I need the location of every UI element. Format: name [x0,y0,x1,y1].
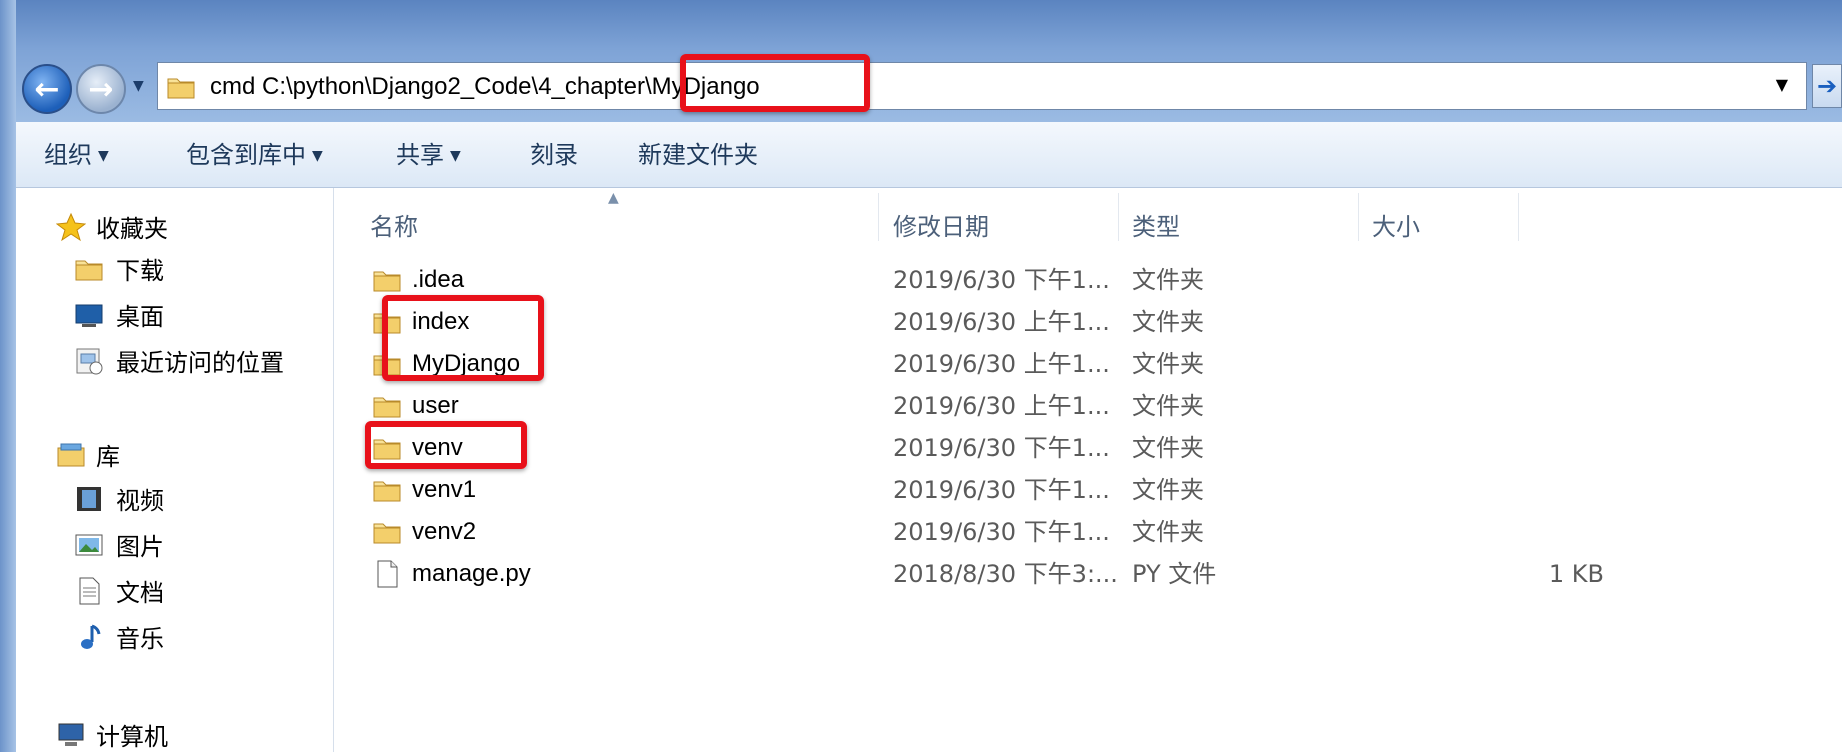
column-header-type[interactable]: 类型 [1132,212,1180,242]
go-button[interactable]: ➔ [1812,64,1842,108]
file-type: 文件夹 [1132,434,1204,462]
file-list-pane: ▲ 名称 修改日期 类型 大小 .idea 2019/6/30 下午1... 文… [334,188,1842,752]
file-type: 文件夹 [1132,308,1204,336]
picture-icon [75,534,103,556]
include-in-library-label: 包含到库中 [186,141,306,169]
file-type: 文件夹 [1132,518,1204,546]
nav-item-documents[interactable]: 文档 [116,578,164,608]
nav-item-music[interactable]: 音乐 [116,624,164,654]
computer-icon [58,723,84,746]
file-row[interactable]: MyDjango 2019/6/30 上午1... 文件夹 [334,345,1842,385]
nav-item-downloads[interactable]: 下载 [116,256,164,286]
back-arrow-icon: ← [34,71,60,107]
column-divider[interactable] [1518,193,1519,241]
file-type: PY 文件 [1132,560,1217,588]
window-frame-left [0,0,16,752]
highlight-box-index-mydjango [382,295,544,381]
recent-places-icon [76,348,103,375]
file-row[interactable]: venv2 2019/6/30 下午1... 文件夹 [334,513,1842,553]
file-type: 文件夹 [1132,266,1204,294]
forward-arrow-icon: → [88,71,114,107]
back-button[interactable]: ← [22,64,72,114]
folder-icon [372,517,402,547]
file-modified: 2018/8/30 下午3:... [893,560,1118,588]
new-folder-label: 新建文件夹 [638,141,758,169]
burn-button[interactable]: 刻录 [530,140,578,170]
library-icon [57,443,85,467]
burn-label: 刻录 [530,141,578,169]
file-modified: 2019/6/30 上午1... [893,392,1110,420]
folder-icon [372,475,402,505]
file-row[interactable]: .idea 2019/6/30 下午1... 文件夹 [334,261,1842,301]
column-header-size[interactable]: 大小 [1372,212,1420,242]
new-folder-button[interactable]: 新建文件夹 [638,140,758,170]
column-header-name[interactable]: 名称 [370,212,418,242]
address-history-dropdown[interactable]: ▼ [1776,75,1788,94]
video-icon [77,487,101,511]
file-row[interactable]: manage.py 2018/8/30 下午3:... PY 文件 1 KB [334,555,1842,595]
column-divider[interactable] [878,193,879,241]
chevron-down-icon: ▼ [312,148,323,164]
highlight-box-venv [365,421,527,469]
folder-icon [372,391,402,421]
nav-item-recent-places[interactable]: 最近访问的位置 [116,348,284,378]
document-icon [79,577,100,605]
address-input[interactable]: cmd C:\python\Django2_Code\4_chapter\MyD… [210,72,760,102]
file-modified: 2019/6/30 上午1... [893,350,1110,378]
nav-favorites[interactable]: 收藏夹 [96,214,168,244]
file-row[interactable]: index 2019/6/30 上午1... 文件夹 [334,303,1842,343]
file-type: 文件夹 [1132,392,1204,420]
navigation-pane: 收藏夹 下载 桌面 最近访问的位置 库 视频 图片 文档 音乐 计算机 [16,188,334,752]
file-modified: 2019/6/30 下午1... [893,266,1110,294]
desktop-icon [75,304,103,327]
file-modified: 2019/6/30 上午1... [893,308,1110,336]
chevron-down-icon: ▼ [98,148,109,164]
share-menu[interactable]: 共享 ▼ [396,140,461,171]
file-name: user [412,392,459,419]
column-divider[interactable] [1118,193,1119,241]
nav-item-pictures[interactable]: 图片 [116,532,164,562]
chevron-down-icon: ▼ [1775,75,1788,94]
file-size: 1 KB [1548,560,1604,588]
file-name: venv1 [412,476,477,503]
share-label: 共享 [396,141,444,169]
music-icon [81,624,101,649]
organize-menu[interactable]: 组织 ▼ [44,140,109,171]
file-type: 文件夹 [1132,476,1204,504]
file-name: venv2 [412,518,477,545]
address-bar[interactable]: cmd C:\python\Django2_Code\4_chapter\MyD… [157,62,1807,110]
file-row[interactable]: venv1 2019/6/30 下午1... 文件夹 [334,471,1842,511]
nav-item-videos[interactable]: 视频 [116,486,164,516]
file-name: manage.py [412,560,531,587]
nav-computer[interactable]: 计算机 [96,722,168,752]
folder-icon [372,265,402,295]
include-in-library-menu[interactable]: 包含到库中 ▼ [186,140,323,171]
highlight-box-address [680,54,870,112]
file-row[interactable]: venv 2019/6/30 下午1... 文件夹 [334,429,1842,469]
go-arrow-icon: ➔ [1816,72,1838,100]
recent-pages-dropdown[interactable]: ▼ [133,78,144,94]
folder-icon [74,254,104,284]
file-modified: 2019/6/30 下午1... [893,476,1110,504]
column-divider[interactable] [1358,193,1359,241]
file-icon [377,560,398,588]
chevron-down-icon: ▼ [133,78,144,94]
command-toolbar: 组织 ▼ 包含到库中 ▼ 共享 ▼ 刻录 新建文件夹 [16,122,1842,188]
file-type: 文件夹 [1132,350,1204,378]
star-icon [56,212,86,242]
file-row[interactable]: user 2019/6/30 上午1... 文件夹 [334,387,1842,427]
organize-label: 组织 [44,141,92,169]
column-header-modified[interactable]: 修改日期 [893,212,989,242]
nav-libraries[interactable]: 库 [96,442,120,472]
file-name: .idea [412,266,465,293]
file-modified: 2019/6/30 下午1... [893,518,1110,546]
folder-icon [166,72,196,102]
chevron-down-icon: ▼ [450,148,461,164]
nav-item-desktop[interactable]: 桌面 [116,302,164,332]
forward-button[interactable]: → [76,64,126,114]
file-modified: 2019/6/30 下午1... [893,434,1110,462]
sort-ascending-icon: ▲ [608,190,619,206]
